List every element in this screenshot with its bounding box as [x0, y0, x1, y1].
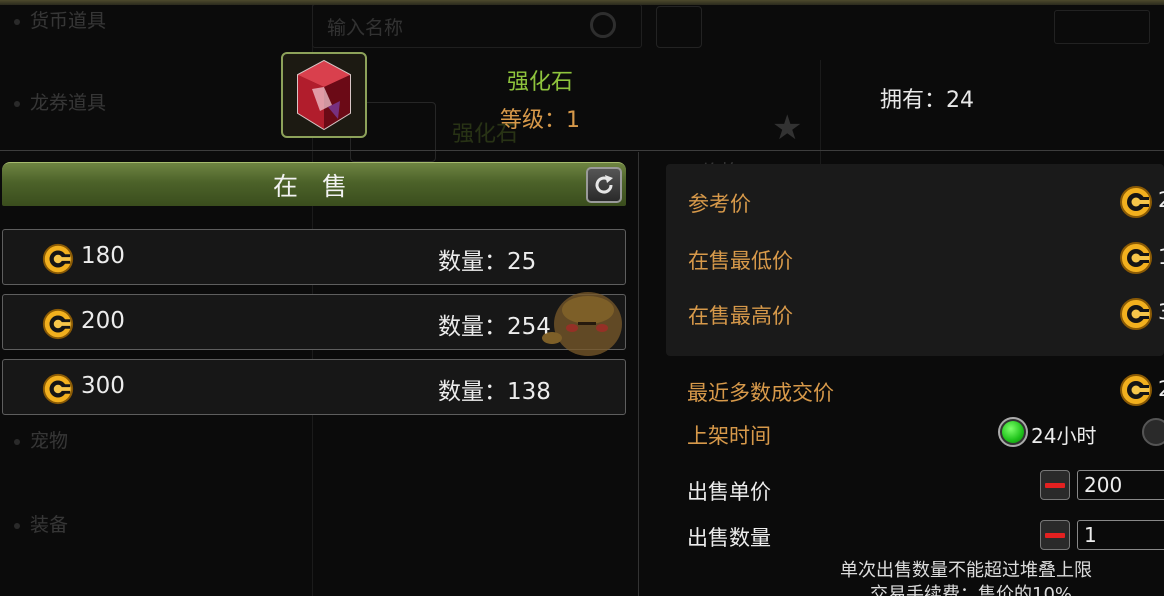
- listing-price: 200: [81, 308, 125, 334]
- price-info-panel: 参考价 2 在售最低价 1 在售最高价 3: [666, 164, 1164, 356]
- quantity-input[interactable]: 1: [1077, 520, 1164, 550]
- refresh-icon: [595, 175, 613, 194]
- panel-divider: [638, 152, 639, 596]
- lowest-price-label: 在售最低价: [688, 249, 793, 273]
- listing-quantity: 数量：138: [438, 372, 551, 406]
- listing-quantity: 数量：25: [438, 242, 536, 276]
- minus-icon: [1045, 482, 1065, 488]
- quantity-label: 数量：: [438, 249, 507, 275]
- item-name: 强化石: [506, 70, 573, 95]
- fee-note: 交易手续费：售价的10%: [870, 584, 1073, 596]
- coin-icon: [41, 242, 75, 276]
- background-refresh-button: [656, 6, 702, 48]
- highest-price-value: 3: [1158, 300, 1164, 324]
- item-slot[interactable]: [281, 52, 367, 138]
- search-icon: [590, 12, 616, 38]
- coin-icon: [41, 372, 75, 406]
- coin-icon: [1118, 296, 1154, 332]
- mascot-icon: [542, 292, 622, 356]
- owned-count: 拥有：24: [880, 82, 974, 114]
- recent-price-value: 2: [1158, 377, 1164, 401]
- duration-option-label: 24小时: [1031, 424, 1097, 448]
- item-level-label: 等级：: [499, 108, 566, 133]
- listing-price: 180: [81, 243, 125, 269]
- coin-icon: [1118, 372, 1154, 408]
- unit-price-input[interactable]: 200: [1077, 470, 1164, 500]
- duration-radio-24h[interactable]: [998, 417, 1028, 447]
- item-level-value: 1: [566, 108, 580, 133]
- coin-icon: [1118, 184, 1154, 220]
- background-button: [1054, 10, 1150, 44]
- lowest-price-value: 1: [1158, 245, 1164, 269]
- quantity-label: 数量：: [438, 314, 507, 340]
- owned-label: 拥有：: [880, 88, 947, 113]
- red-gem-icon: [297, 59, 351, 131]
- listing-quantity: 数量：254: [438, 307, 551, 341]
- quantity-label: 数量：: [438, 379, 507, 405]
- radio-selected-dot: [1002, 421, 1024, 443]
- reference-price-value: 2: [1158, 188, 1164, 212]
- sale-listing-row[interactable]: 180 数量：25: [2, 229, 626, 285]
- header-divider: [0, 150, 1164, 151]
- quantity-value: 138: [507, 379, 551, 405]
- on-sale-title: 在 售: [273, 171, 355, 201]
- duration-label: 上架时间: [687, 424, 771, 448]
- stack-limit-note: 单次出售数量不能超过堆叠上限: [840, 560, 1092, 581]
- background-divider: [820, 60, 821, 180]
- owned-value: 24: [946, 88, 975, 113]
- background-category: 装备: [14, 510, 68, 537]
- window-top-border: [0, 0, 1164, 5]
- unit-price-decrease-button[interactable]: [1040, 470, 1070, 500]
- duration-radio-other[interactable]: [1142, 418, 1164, 446]
- listing-price: 300: [81, 373, 125, 399]
- highest-price-label: 在售最高价: [688, 304, 793, 328]
- minus-icon: [1045, 532, 1065, 538]
- background-category: 宠物: [14, 426, 68, 453]
- quantity-label: 出售数量: [687, 526, 771, 550]
- background-category: 龙券道具: [14, 88, 106, 115]
- background-category: 货币道具: [14, 6, 106, 33]
- unit-price-label: 出售单价: [687, 480, 771, 504]
- coin-icon: [41, 307, 75, 341]
- quantity-value: 25: [507, 249, 537, 275]
- coin-icon: [1118, 240, 1154, 276]
- on-sale-header: 在 售: [2, 162, 626, 206]
- recent-price-label: 最近多数成交价: [687, 381, 834, 405]
- item-level: 等级：1: [470, 102, 610, 134]
- reference-price-label: 参考价: [688, 192, 751, 216]
- refresh-button[interactable]: [586, 167, 622, 203]
- star-icon: ★: [772, 108, 803, 148]
- quantity-decrease-button[interactable]: [1040, 520, 1070, 550]
- sale-listing-row[interactable]: 300 数量：138: [2, 359, 626, 415]
- sale-listing-row[interactable]: 200 数量：254: [2, 294, 626, 350]
